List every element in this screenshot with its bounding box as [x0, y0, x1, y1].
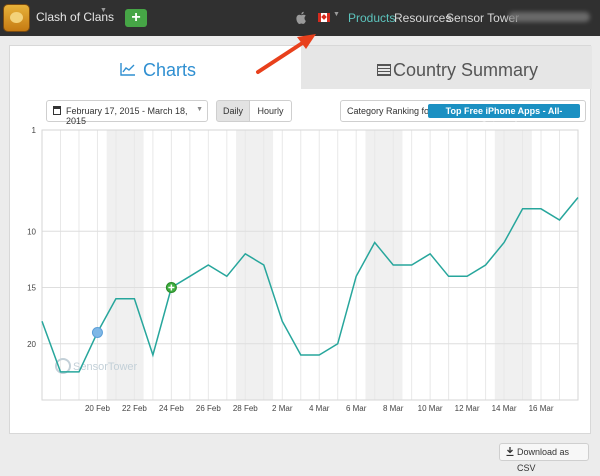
- x-tick-label: 24 Feb: [159, 404, 184, 413]
- download-icon: [506, 447, 514, 456]
- event-marker-plus[interactable]: [165, 282, 177, 293]
- x-tick-label: 26 Feb: [196, 404, 221, 413]
- download-csv-button[interactable]: Download as CSV: [499, 443, 589, 473]
- chevron-down-icon: ▼: [196, 106, 203, 113]
- watermark: SensorTower: [55, 358, 138, 374]
- daily-toggle[interactable]: Daily: [216, 100, 250, 122]
- user-menu[interactable]: [508, 12, 590, 22]
- x-tick-label: 2 Mar: [272, 404, 293, 413]
- canada-flag-icon[interactable]: [318, 13, 330, 22]
- category-badge[interactable]: Top Free iPhone Apps - All-Categories: [428, 104, 580, 130]
- event-marker-dot[interactable]: [91, 327, 103, 338]
- tab-charts-label: Charts: [143, 60, 197, 80]
- category-ranking-selector[interactable]: Category Ranking for: Top Free iPhone Ap…: [340, 100, 586, 130]
- download-csv-label: Download as CSV: [517, 447, 570, 473]
- x-axis-ticks: 20 Feb 22 Feb 24 Feb 26 Feb 28 Feb 2 Mar 4 Mar…: [85, 404, 554, 413]
- weekend-band: [494, 130, 532, 400]
- tab-charts[interactable]: Charts: [10, 46, 301, 89]
- table-icon: [377, 64, 391, 76]
- nav-resources[interactable]: Resources: [394, 11, 451, 25]
- y-tick-label: 20: [27, 340, 36, 349]
- weekend-band: [236, 130, 274, 400]
- calendar-icon: [53, 106, 61, 115]
- x-tick-label: 28 Feb: [233, 404, 258, 413]
- nav-products[interactable]: Products: [348, 11, 395, 25]
- x-tick-label: 10 Mar: [418, 404, 443, 413]
- category-ranking-label: Category Ranking for:: [347, 106, 435, 116]
- x-tick-label: 16 Mar: [529, 404, 554, 413]
- country-caret-icon[interactable]: ▼: [333, 11, 340, 18]
- weekend-band: [106, 130, 144, 400]
- y-tick-label: 10: [27, 227, 36, 236]
- app-icon[interactable]: [3, 4, 30, 32]
- x-tick-label: 6 Mar: [346, 404, 367, 413]
- charts-panel: Charts Country Summary February 17, 2015…: [9, 45, 592, 473]
- hourly-toggle[interactable]: Hourly: [249, 100, 292, 122]
- add-app-button[interactable]: +: [125, 9, 147, 27]
- y-tick-label: 1: [32, 126, 37, 135]
- date-range-picker[interactable]: February 17, 2015 - March 18, 2015 ▼: [46, 100, 208, 126]
- x-tick-label: 12 Mar: [455, 404, 480, 413]
- app-switcher-caret-icon[interactable]: ▼: [100, 7, 107, 14]
- tab-country-summary[interactable]: Country Summary: [301, 46, 592, 89]
- y-tick-label: 15: [27, 284, 36, 293]
- ranking-line-chart: 1 10 15 20 20 Feb 22 Feb 24 Feb 26 Feb 28 Feb 2 …: [27, 126, 579, 413]
- chart-line-icon: [120, 63, 135, 76]
- x-tick-label: 4 Mar: [309, 404, 330, 413]
- date-range-text: February 17, 2015 - March 18, 2015: [66, 106, 188, 126]
- x-tick-label: 8 Mar: [383, 404, 404, 413]
- apple-icon[interactable]: [296, 11, 307, 24]
- x-tick-label: 22 Feb: [122, 404, 147, 413]
- top-navbar: Clash of Clans ▼ + ▼ Products Resources …: [0, 0, 600, 36]
- tab-country-summary-label: Country Summary: [393, 60, 539, 80]
- y-axis-ticks: 1 10 15 20: [27, 126, 36, 349]
- x-tick-label: 20 Feb: [85, 404, 110, 413]
- x-tick-label: 14 Mar: [492, 404, 517, 413]
